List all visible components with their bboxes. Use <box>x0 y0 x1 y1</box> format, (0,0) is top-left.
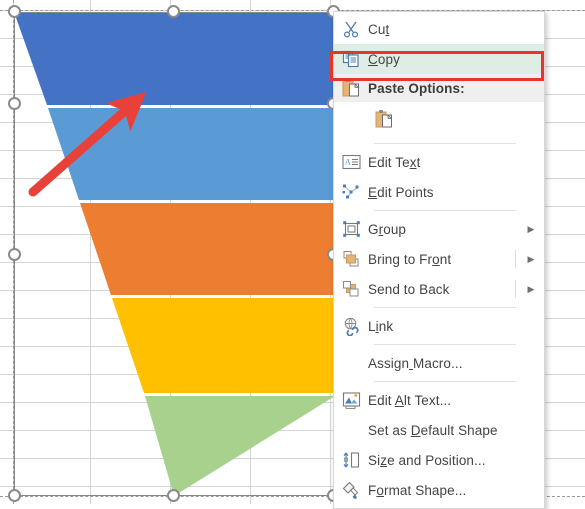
edit-points-icon <box>334 178 368 206</box>
shape-context-menu[interactable]: Cut Copy Paste Options: A Edit Text Edit Poin… <box>333 11 545 509</box>
menu-separator <box>374 143 516 144</box>
menu-item-label: Format Shape... <box>368 482 467 498</box>
menu-item-label: Bring to Front <box>368 251 452 267</box>
paste-options-gallery[interactable] <box>334 102 544 140</box>
format-shape-icon <box>334 476 368 504</box>
clipboard-icon <box>334 74 368 102</box>
funnel-band-1 <box>14 12 335 105</box>
clipboard-paste-icon <box>374 109 394 133</box>
menu-item-cut[interactable]: Cut <box>334 14 544 44</box>
selection-handle[interactable] <box>8 489 21 502</box>
menu-separator <box>374 381 516 382</box>
menu-separator <box>374 210 516 211</box>
menu-item-link[interactable]: Link <box>334 311 544 341</box>
selection-handle[interactable] <box>167 489 180 502</box>
menu-item-format-shape[interactable]: Format Shape... <box>334 475 544 505</box>
group-icon <box>334 215 368 243</box>
menu-item-label: Cut <box>368 21 390 37</box>
menu-item-vertical-divider <box>515 250 516 268</box>
menu-item-label: Edit Text <box>368 154 421 170</box>
menu-item-edit-text[interactable]: A Edit Text <box>334 147 544 177</box>
funnel-band-4 <box>112 298 335 393</box>
menu-item-label: Assign Macro... <box>368 355 463 371</box>
selection-handle[interactable] <box>8 248 21 261</box>
edit-text-icon: A <box>334 148 368 176</box>
menu-separator <box>374 344 516 345</box>
menu-item-label: Group <box>368 221 407 237</box>
menu-item-label: Edit Points <box>368 184 434 200</box>
svg-text:A: A <box>345 157 351 166</box>
link-icon <box>334 312 368 340</box>
funnel-band-5 <box>145 396 335 496</box>
scissors-icon <box>334 15 368 43</box>
chevron-right-icon: ▶ <box>527 283 535 294</box>
funnel-band-3 <box>80 203 335 295</box>
selection-handle[interactable] <box>8 5 21 18</box>
no-icon <box>334 416 368 444</box>
menu-item-set-default-shape[interactable]: Set as Default Shape <box>334 415 544 445</box>
menu-item-bring-to-front[interactable]: Bring to Front ▶ <box>334 244 544 274</box>
excel-worksheet-canvas[interactable]: Cut Copy Paste Options: A Edit Text Edit Poin… <box>0 0 585 509</box>
menu-item-label: Set as Default Shape <box>368 422 498 438</box>
menu-item-label: Edit Alt Text... <box>368 392 452 408</box>
menu-item-label: Send to Back <box>368 281 450 297</box>
send-to-back-icon <box>334 275 368 303</box>
menu-item-size-and-position[interactable]: Size and Position... <box>334 445 544 475</box>
menu-item-label: Copy <box>368 51 400 67</box>
menu-item-send-to-back[interactable]: Send to Back ▶ <box>334 274 544 304</box>
menu-separator <box>374 307 516 308</box>
size-position-icon <box>334 446 368 474</box>
menu-item-assign-macro[interactable]: Assign Macro... <box>334 348 544 378</box>
copy-icon <box>334 45 368 73</box>
paste-keep-source-formatting-button[interactable] <box>374 109 394 134</box>
chevron-right-icon: ▶ <box>527 223 535 234</box>
menu-item-group[interactable]: Group ▶ <box>334 214 544 244</box>
menu-item-label: Paste Options: <box>368 80 465 96</box>
menu-item-edit-alt-text[interactable]: Edit Alt Text... <box>334 385 544 415</box>
selection-handle[interactable] <box>167 5 180 18</box>
no-icon <box>334 349 368 377</box>
funnel-band-2 <box>48 108 335 200</box>
menu-item-label: Link <box>368 318 394 334</box>
funnel-chart-shape[interactable] <box>0 12 335 496</box>
menu-item-edit-points[interactable]: Edit Points <box>334 177 544 207</box>
menu-item-label: Size and Position... <box>368 452 486 468</box>
menu-item-copy[interactable]: Copy <box>334 44 544 74</box>
menu-item-paste-options: Paste Options: <box>334 74 544 102</box>
bring-to-front-icon <box>334 245 368 273</box>
alt-text-icon <box>334 386 368 414</box>
selection-handle[interactable] <box>8 97 21 110</box>
chevron-right-icon: ▶ <box>527 253 535 264</box>
menu-item-vertical-divider <box>515 280 516 298</box>
